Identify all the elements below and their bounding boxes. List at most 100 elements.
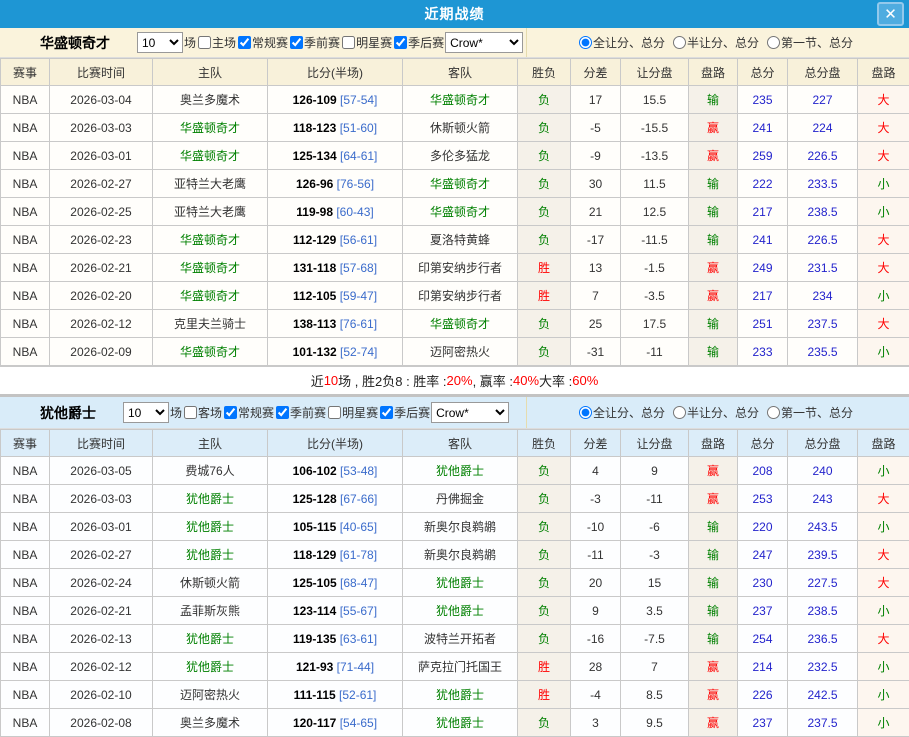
league-cell: NBA [1, 485, 50, 513]
match-row: NBA2026-02-21孟菲斯灰熊123-114 [55-67]犹他爵士负93… [1, 597, 909, 625]
total-cell: 251 [738, 310, 788, 338]
team-name-label: 华盛顿奇才 [40, 33, 110, 53]
away-team-cell: 迈阿密热火 [403, 338, 518, 366]
handicap-cell: 7 [621, 653, 689, 681]
filter-checkbox[interactable] [342, 36, 355, 49]
handicap-cell: 8.5 [621, 681, 689, 709]
final-score: 105-115 [293, 520, 336, 534]
filter-checkbox[interactable] [276, 406, 289, 419]
half-time-score: [76-56] [337, 177, 374, 191]
summary-value: 20% [447, 373, 473, 388]
column-header: 总分盘 [788, 59, 858, 86]
away-team-cell: 犹他爵士 [403, 569, 518, 597]
summary-text: 近 [311, 371, 324, 390]
filter-checkbox[interactable] [380, 406, 393, 419]
filter-checkbox-label: 季后赛 [394, 404, 430, 421]
handicap-result-cell: 输 [689, 541, 738, 569]
final-score: 123-114 [293, 604, 336, 618]
away-team-cell: 印第安纳步行者 [403, 254, 518, 282]
result-cell: 负 [518, 338, 571, 366]
score-cell: 119-135 [63-61] [268, 625, 403, 653]
filter-checkbox[interactable] [394, 36, 407, 49]
handicap-result-cell: 赢 [689, 709, 738, 737]
column-header: 盘路 [689, 430, 738, 457]
control-bar: 犹他爵士10场客场常规赛季前赛明星赛季后赛Crow*全让分、总分半让分、总分第一… [0, 394, 909, 429]
date-cell: 2026-02-27 [50, 541, 153, 569]
match-row: NBA2026-02-08奥兰多魔术120-117 [54-65]犹他爵士负39… [1, 709, 909, 737]
total-line-cell: 239.5 [788, 541, 858, 569]
match-row: NBA2026-02-25亚特兰大老鹰119-98 [60-43]华盛顿奇才负2… [1, 198, 909, 226]
league-cell: NBA [1, 597, 50, 625]
filter-checkbox[interactable] [198, 36, 211, 49]
final-score: 112-105 [293, 289, 336, 303]
summary-row: 近 10 场 , 胜2负8 : 胜率 : 20% , 赢率 : 40% 大率 :… [0, 366, 909, 394]
home-team-cell: 华盛顿奇才 [153, 226, 268, 254]
half-time-score: [63-61] [340, 632, 377, 646]
handicap-cell: 15.5 [621, 86, 689, 114]
close-button[interactable]: ✕ [877, 2, 904, 26]
match-row: NBA2026-02-12犹他爵士121-93 [71-44]萨克拉门托国王胜2… [1, 653, 909, 681]
bookmaker-select[interactable]: Crow* [431, 402, 509, 423]
filter-checkbox[interactable] [224, 406, 237, 419]
result-cell: 负 [518, 170, 571, 198]
column-header: 比分(半场) [268, 430, 403, 457]
bookmaker-select[interactable]: Crow* [445, 32, 523, 53]
column-header: 赛事 [1, 59, 50, 86]
filter-checkbox[interactable] [290, 36, 303, 49]
stat-type-radio[interactable] [673, 36, 686, 49]
total-line-cell: 238.5 [788, 198, 858, 226]
summary-text: , 赢率 : [473, 371, 513, 390]
home-team-cell: 费城76人 [153, 457, 268, 485]
total-line-cell: 235.5 [788, 338, 858, 366]
result-cell: 负 [518, 310, 571, 338]
total-line-cell: 234 [788, 282, 858, 310]
filter-checkbox[interactable] [328, 406, 341, 419]
close-icon: ✕ [884, 7, 897, 22]
score-cell: 111-115 [52-61] [268, 681, 403, 709]
handicap-cell: -15.5 [621, 114, 689, 142]
filters-group: 犹他爵士10场客场常规赛季前赛明星赛季后赛Crow* [0, 397, 527, 428]
match-row: NBA2026-02-27亚特兰大老鹰126-96 [76-56]华盛顿奇才负3… [1, 170, 909, 198]
column-header: 比赛时间 [50, 59, 153, 86]
match-row: NBA2026-02-24休斯顿火箭125-105 [68-47]犹他爵士负20… [1, 569, 909, 597]
stat-type-radio[interactable] [579, 36, 592, 49]
total-result-cell: 大 [858, 86, 909, 114]
diff-cell: -3 [571, 485, 621, 513]
league-cell: NBA [1, 541, 50, 569]
handicap-cell: -3 [621, 541, 689, 569]
league-cell: NBA [1, 198, 50, 226]
total-cell: 217 [738, 198, 788, 226]
handicap-cell: -6 [621, 513, 689, 541]
home-team-cell: 休斯顿火箭 [153, 569, 268, 597]
stat-type-radio[interactable] [673, 406, 686, 419]
diff-cell: -16 [571, 625, 621, 653]
column-header: 主队 [153, 430, 268, 457]
home-team-cell: 犹他爵士 [153, 653, 268, 681]
games-count-select[interactable]: 10 [123, 402, 169, 423]
stat-type-radio-label: 全让分、总分 [593, 34, 665, 51]
total-line-cell: 240 [788, 457, 858, 485]
stat-type-radio[interactable] [579, 406, 592, 419]
date-cell: 2026-02-08 [50, 709, 153, 737]
stat-type-radio-label: 第一节、总分 [781, 34, 853, 51]
diff-cell: -4 [571, 681, 621, 709]
total-cell: 230 [738, 569, 788, 597]
dialog-title: 近期战绩 [425, 4, 485, 24]
stat-type-radio[interactable] [767, 406, 780, 419]
away-team-cell: 华盛顿奇才 [403, 170, 518, 198]
league-cell: NBA [1, 254, 50, 282]
filter-checkbox[interactable] [238, 36, 251, 49]
title-bar: 近期战绩 ✕ [0, 0, 909, 28]
games-count-select[interactable]: 10 [137, 32, 183, 53]
handicap-result-cell: 输 [689, 513, 738, 541]
home-team-cell: 华盛顿奇才 [153, 142, 268, 170]
date-cell: 2026-02-13 [50, 625, 153, 653]
results-table: 赛事比赛时间主队比分(半场)客队胜负分差让分盘盘路总分总分盘盘路NBA2026-… [0, 58, 909, 366]
home-team-cell: 奥兰多魔术 [153, 709, 268, 737]
stat-type-radio[interactable] [767, 36, 780, 49]
filter-checkbox-label: 季前赛 [304, 34, 340, 51]
result-cell: 负 [518, 86, 571, 114]
filter-checkbox[interactable] [184, 406, 197, 419]
handicap-cell: -11.5 [621, 226, 689, 254]
total-line-cell: 236.5 [788, 625, 858, 653]
